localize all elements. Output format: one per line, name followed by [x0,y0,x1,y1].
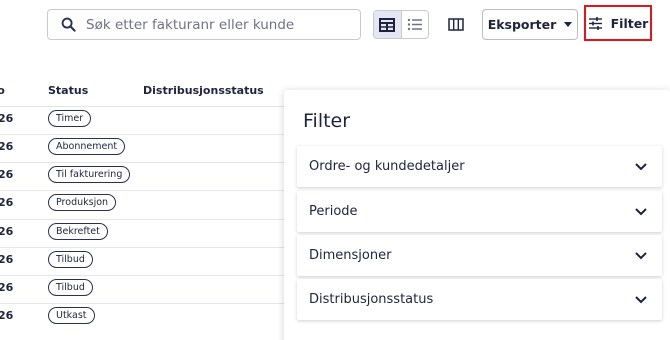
chevron-down-icon [634,160,648,174]
row-date: 26 [0,168,14,181]
accordion-distribution-status[interactable]: Distribusjonsstatus [297,279,662,320]
table-row[interactable]: 26 Abonnement [0,134,290,157]
status-badge: Utkast [48,307,95,324]
row-date: 26 [0,225,14,238]
column-header-status[interactable]: Status [48,84,88,97]
row-date: 26 [0,309,14,322]
table-row[interactable]: 26 Timer [0,106,290,129]
accordion-dimensions[interactable]: Dimensjoner [297,235,662,276]
table-view-button[interactable] [374,11,401,38]
table-row[interactable]: 26 Utkast [0,303,290,326]
columns-icon [448,18,464,31]
status-badge: Til fakturering [48,166,131,183]
row-date: 26 [0,196,14,209]
chevron-down-icon [634,249,648,263]
view-toggle [373,10,429,39]
column-header-distribution[interactable]: Distribusjonsstatus [143,84,264,97]
row-date: 26 [0,253,14,266]
table-row[interactable]: 26 Tilbud [0,275,290,298]
chevron-down-icon [634,205,648,219]
columns-button[interactable] [443,10,469,39]
table-row[interactable]: 26 Bekreftet [0,219,290,242]
filter-button[interactable]: Filter [584,5,652,41]
row-date: 26 [0,281,14,294]
search-field[interactable] [47,9,361,40]
list-view-button[interactable] [400,11,429,38]
table-row[interactable]: 26 Produksjon [0,190,290,213]
list-view-icon [407,18,422,31]
filter-panel-title: Filter [303,110,351,132]
status-badge: Tilbud [48,251,93,268]
accordion-order-customer-details[interactable]: Ordre- og kundedetaljer [297,146,662,187]
accordion-label: Ordre- og kundedetaljer [309,159,465,174]
status-badge: Abonnement [48,138,126,155]
accordion-label: Dimensjoner [309,248,392,263]
search-input[interactable] [86,16,356,33]
table-view-icon [379,17,396,32]
search-icon [60,17,76,33]
status-badge: Tilbud [48,279,93,296]
status-badge: Timer [48,110,92,127]
export-button[interactable]: Eksporter [482,9,578,40]
accordion-label: Distribusjonsstatus [309,292,434,307]
accordion-period[interactable]: Periode [297,191,662,232]
export-button-label: Eksporter [487,17,557,32]
status-badge: Bekreftet [48,223,108,240]
caret-down-icon [564,22,573,27]
table-row[interactable]: 26 Til fakturering [0,162,290,185]
chevron-down-icon [634,293,648,307]
filter-panel: Filter Ordre- og kundedetaljer Periode D… [284,90,670,340]
accordion-label: Periode [309,204,358,219]
filter-sliders-icon [588,16,602,30]
row-date: 26 [0,140,14,153]
status-badge: Produksjon [48,194,117,211]
column-header-date[interactable]: to [0,84,5,97]
table-row[interactable]: 26 Tilbud [0,247,290,270]
filter-button-label: Filter [610,15,649,31]
table-header: to Status Distribusjonsstatus [0,84,290,100]
row-date: 26 [0,112,14,125]
